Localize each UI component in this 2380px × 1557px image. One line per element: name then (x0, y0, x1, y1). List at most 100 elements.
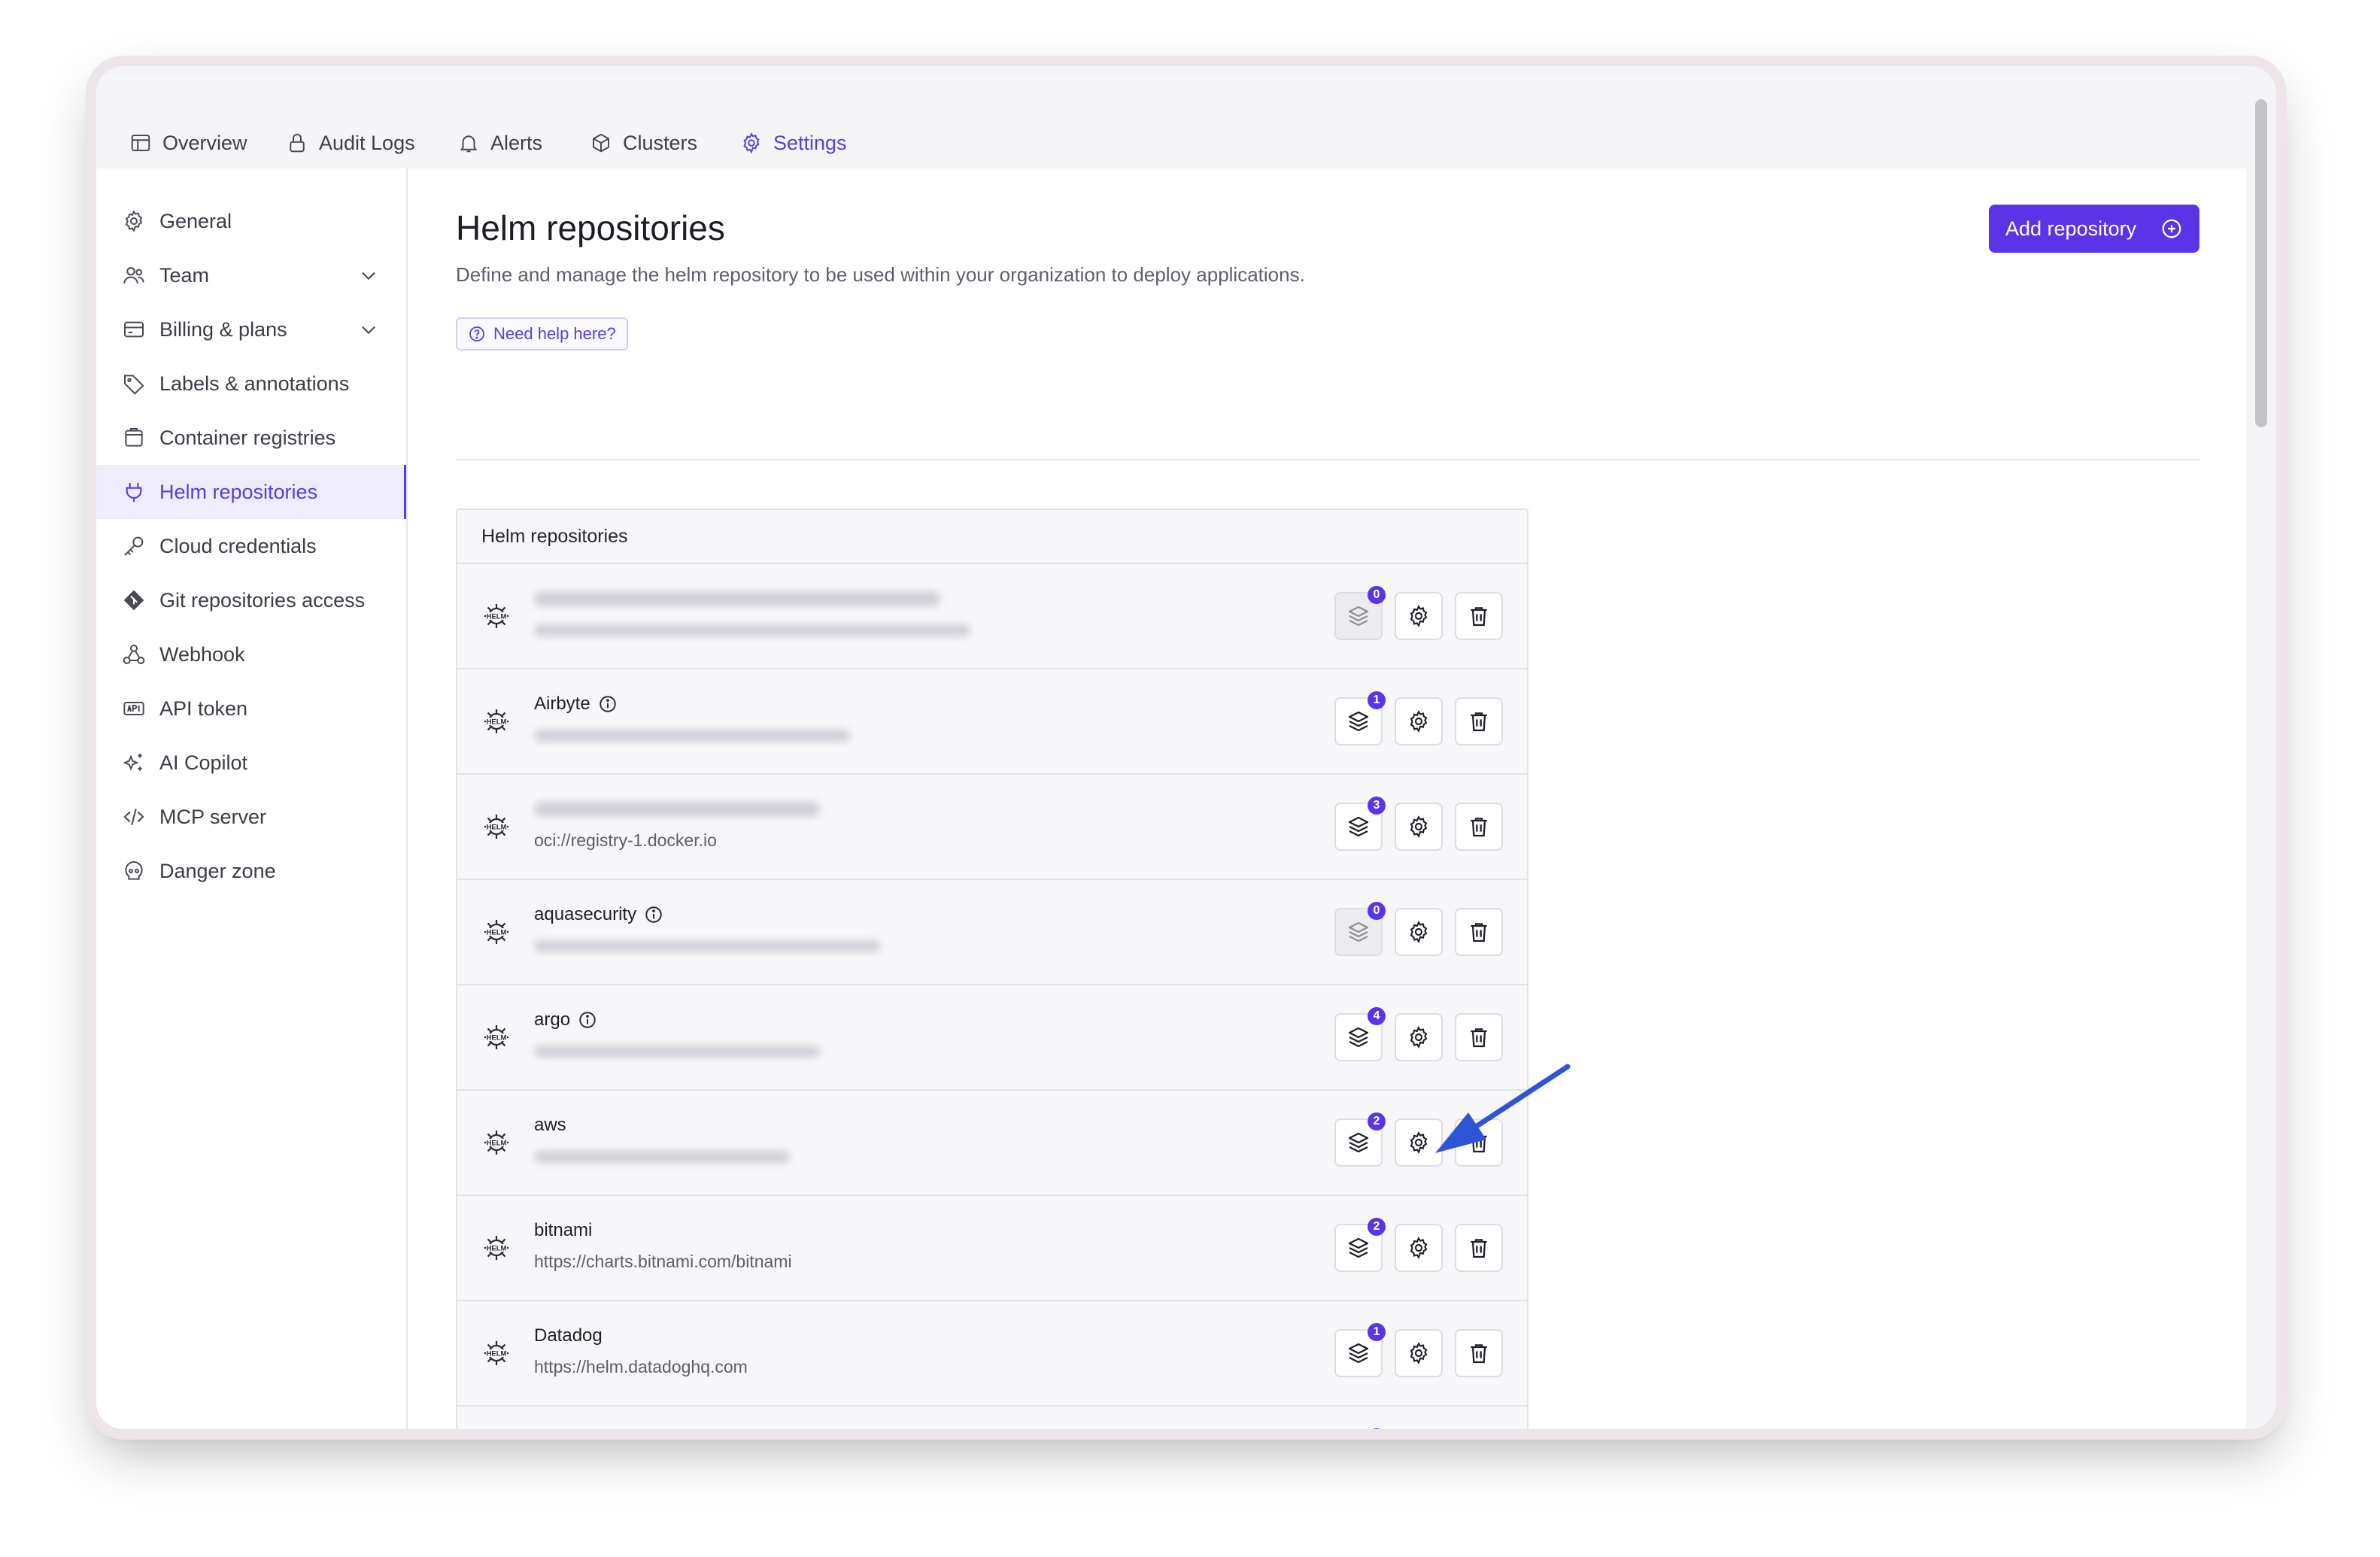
delete-repository-button[interactable] (1455, 592, 1503, 640)
bell-icon (460, 135, 478, 153)
helm-repositories-list: Helm repositories HELM 0 HELM Airbyte 1 HELM o… (456, 508, 1528, 1429)
info-icon[interactable] (644, 905, 663, 924)
repo-url-redacted (534, 1151, 790, 1163)
edit-repository-button[interactable] (1395, 1224, 1443, 1272)
charts-button[interactable]: 0 (1334, 902, 1386, 956)
charts-button[interactable]: 2 (1334, 1112, 1386, 1167)
helm-logo-icon: HELM (484, 920, 508, 944)
tab-label: Clusters (623, 131, 698, 154)
delete-repository-button[interactable] (1455, 908, 1503, 956)
sidebar-item-ai-copilot[interactable]: AI Copilot (96, 736, 406, 790)
sidebar-item-label: MCP server (159, 805, 267, 828)
repo-name: bitnami (534, 1220, 592, 1241)
scrollbar-track[interactable] (2246, 74, 2276, 1429)
sidebar-item-label: General (159, 209, 232, 232)
helm-logo-icon: HELM (484, 1025, 508, 1049)
repo-actions: 4 (1334, 1007, 1503, 1061)
sidebar-item-helm-repositories[interactable]: Helm repositories (96, 465, 406, 519)
need-help-button[interactable]: Need help here? (456, 317, 628, 351)
trash-icon (1471, 1134, 1487, 1153)
repo-row: HELMdatadog repositoryhttps://helm.datad… (457, 1407, 1527, 1429)
gear-icon (1410, 710, 1428, 733)
layers-icon (1348, 1343, 1369, 1364)
delete-repository-button[interactable] (1455, 1013, 1503, 1061)
scrollbar-thumb[interactable] (2255, 99, 2267, 427)
repo-name-text: Airbyte (534, 694, 590, 714)
edit-repository-button[interactable] (1395, 803, 1443, 851)
delete-repository-button[interactable] (1455, 697, 1503, 745)
skull-icon (125, 860, 143, 880)
repo-rows: HELM 0 HELM Airbyte 1 HELM oci://registry-1.do… (457, 564, 1527, 1429)
delete-repository-button[interactable] (1455, 1329, 1503, 1377)
sidebar-item-billing[interactable]: Billing & plans (96, 302, 406, 357)
repo-row: HELM Airbyte 1 (457, 669, 1527, 775)
edit-repository-button[interactable] (1395, 1013, 1443, 1061)
list-header: Helm repositories (457, 510, 1527, 564)
top-navigation: Overview Audit Logs Alerts Clusters Sett… (96, 74, 2246, 176)
gear-icon (743, 132, 760, 154)
sparkles-icon (123, 754, 142, 771)
box-icon (125, 428, 143, 447)
section-divider (456, 459, 2199, 460)
tab-alerts[interactable]: Alerts (457, 122, 542, 164)
charts-count-badge: 3 (1368, 797, 1386, 815)
edit-repository-button[interactable] (1395, 1118, 1443, 1167)
repo-row: HELM bitnami https://charts.bitnami.com/bi… (457, 1196, 1527, 1301)
edit-repository-button[interactable] (1395, 908, 1443, 956)
helm-logo-icon: HELM (484, 604, 508, 628)
repo-url-redacted (534, 940, 880, 952)
tab-clusters[interactable]: Clusters (590, 122, 697, 164)
add-repository-button[interactable]: Add repository (1989, 205, 2199, 253)
charts-button[interactable]: 1 (1334, 691, 1386, 745)
sidebar-item-general[interactable]: General (96, 194, 406, 248)
sidebar-item-container-registries[interactable]: Container registries (96, 411, 406, 465)
repo-name: aquasecurity (534, 904, 663, 925)
sidebar-item-labels[interactable]: Labels & annotations (96, 357, 406, 411)
repo-name-text: argo (534, 1009, 571, 1030)
delete-repository-button[interactable] (1455, 1224, 1503, 1272)
charts-button[interactable]: 4 (1334, 1007, 1386, 1061)
repo-url-redacted (534, 730, 850, 742)
helm-logo-icon: HELM (484, 1341, 508, 1365)
tab-label: Overview (162, 131, 247, 154)
tab-settings[interactable]: Settings (740, 122, 847, 176)
edit-repository-button[interactable] (1395, 592, 1443, 640)
repo-name-redacted (534, 591, 940, 606)
edit-repository-button[interactable] (1395, 1329, 1443, 1377)
sidebar-item-label: Labels & annotations (159, 372, 350, 395)
chevron-down-icon[interactable] (358, 319, 379, 340)
edit-repository-button[interactable] (1395, 697, 1443, 745)
sidebar-item-git-access[interactable]: Git repositories access (96, 573, 406, 627)
sidebar-item-mcp-server[interactable]: MCP server (96, 790, 406, 844)
code-icon (123, 809, 144, 825)
info-icon[interactable] (598, 694, 618, 714)
repo-name-text: bitnami (534, 1220, 593, 1240)
sidebar-item-cloud-credentials[interactable]: Cloud credentials (96, 519, 406, 573)
git-icon (123, 590, 144, 611)
repo-actions: 1 (1334, 691, 1503, 745)
lock-icon (290, 133, 305, 153)
tab-overview[interactable]: Overview (129, 122, 247, 164)
sidebar-item-webhook[interactable]: Webhook (96, 627, 406, 681)
sidebar-item-team[interactable]: Team (96, 248, 406, 302)
gear-icon (1410, 921, 1428, 944)
key-icon (124, 536, 144, 556)
delete-repository-button[interactable] (1455, 803, 1503, 851)
charts-button[interactable]: 2 (1334, 1218, 1386, 1272)
sidebar-item-label: Billing & plans (159, 317, 287, 341)
plug-icon (126, 483, 142, 502)
info-icon[interactable] (578, 1010, 597, 1030)
sidebar-item-api-token[interactable]: API token (96, 681, 406, 736)
gear-icon (1410, 1342, 1428, 1365)
charts-button[interactable]: 3 (1334, 797, 1386, 851)
charts-button[interactable]: 1 (1334, 1323, 1386, 1377)
chevron-down-icon[interactable] (358, 265, 379, 286)
users-icon (123, 267, 144, 284)
tab-audit-logs[interactable]: Audit Logs (286, 122, 415, 164)
sidebar-item-danger-zone[interactable]: Danger zone (96, 844, 406, 898)
sidebar-item-label: Danger zone (159, 859, 276, 882)
charts-button[interactable]: 0 (1334, 586, 1386, 640)
delete-repository-button[interactable] (1455, 1118, 1503, 1167)
helm-logo-icon: HELM (484, 1131, 508, 1155)
helm-logo-icon: HELM (484, 1236, 508, 1260)
